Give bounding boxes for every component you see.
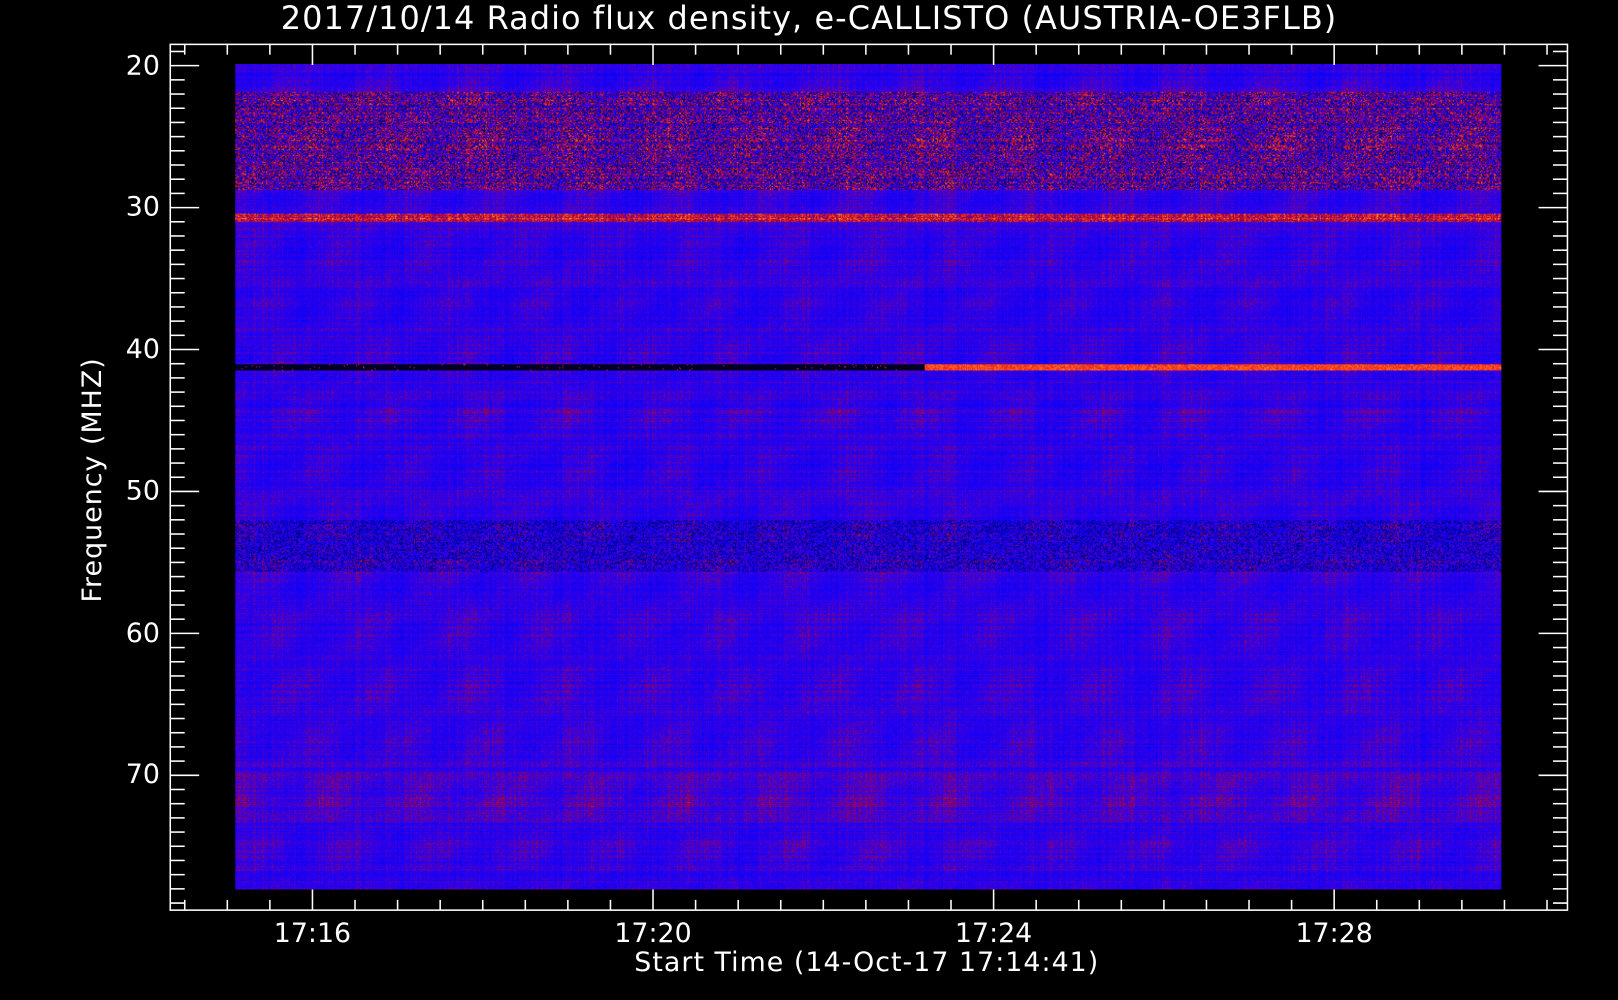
x-tick-label: 17:24: [954, 918, 1033, 950]
y-tick-label: 70: [125, 759, 160, 791]
plot-border: [169, 43, 1569, 911]
x-tick-label: 17:28: [1295, 918, 1373, 950]
y-tick-label: 60: [125, 617, 160, 649]
x-tick-label: 17:16: [273, 918, 352, 950]
y-tick-label: 40: [125, 334, 160, 365]
spectrogram-figure: 2017/10/14 Radio flux density, e-CALLIST…: [0, 0, 1618, 1000]
x-tick-label: 17:20: [614, 918, 692, 950]
y-tick-label: 30: [125, 192, 160, 224]
axes-frame: [169, 43, 1569, 911]
y-tick-label: 50: [125, 475, 160, 507]
y-axis-label: Frequency (MHZ): [77, 357, 109, 603]
x-axis-label: Start Time (14-Oct-17 17:14:41): [634, 947, 1100, 979]
y-tick-label: 20: [125, 50, 160, 82]
